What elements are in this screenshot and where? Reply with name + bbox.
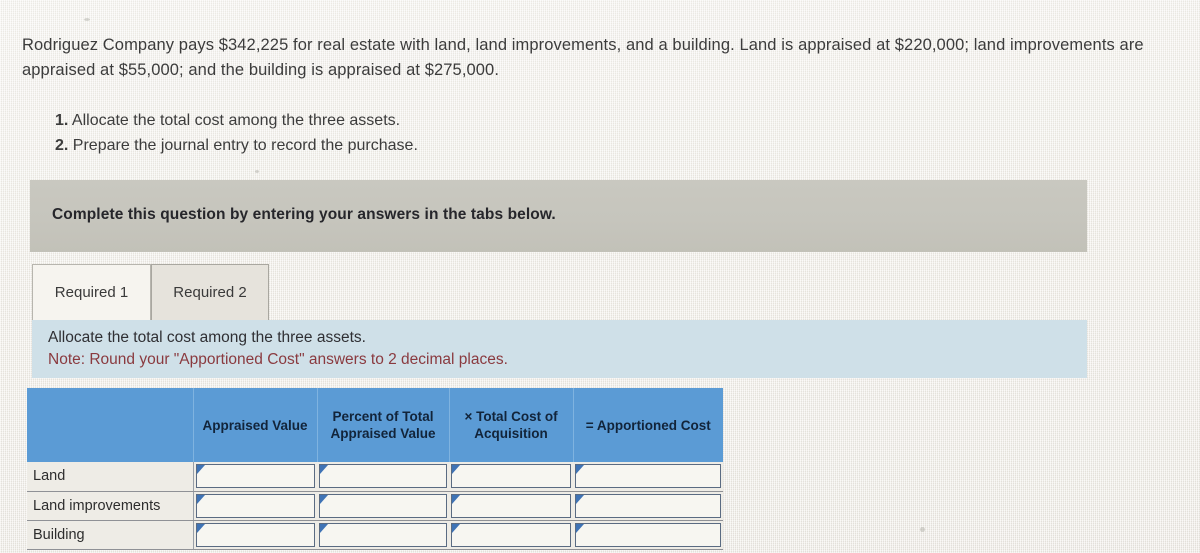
table-header-row: Appraised Value Percent of Total Apprais…	[27, 388, 723, 462]
comment-flag-icon	[576, 494, 584, 504]
comment-flag-icon	[320, 465, 328, 475]
table-row: Land	[27, 462, 723, 492]
input-building-percent-of-total[interactable]	[319, 522, 447, 547]
table-header-percent-of-total-appraised-value: Percent of Total Appraised Value	[317, 388, 450, 462]
comment-flag-icon	[320, 523, 328, 533]
rounding-note-text: Note: Round your "Apportioned Cost" answ…	[48, 351, 508, 368]
comment-flag-icon	[576, 465, 584, 475]
cell-building-percent-of-total[interactable]	[317, 520, 449, 550]
cell-land-appraised-value[interactable]	[193, 462, 317, 492]
problem-statement: Rodriguez Company pays $342,225 for real…	[22, 36, 1144, 79]
tab-required-1-label: Required 1	[54, 284, 129, 301]
requirement-item-2: 2. Prepare the journal entry to record t…	[55, 133, 418, 158]
input-land-improvements-apportioned-cost[interactable]	[575, 493, 721, 518]
paper-speck	[84, 18, 90, 21]
worksheet-page: Rodriguez Company pays $342,225 for real…	[0, 0, 1200, 553]
input-land-percent-of-total[interactable]	[319, 464, 447, 489]
cell-land-improvements-total-cost[interactable]	[449, 491, 573, 521]
requirement-number-1: 1.	[55, 112, 69, 129]
cell-land-percent-of-total[interactable]	[317, 462, 449, 492]
requirement-text-2: Prepare the journal entry to record the …	[72, 137, 418, 154]
comment-flag-icon	[196, 494, 205, 504]
comment-flag-icon	[320, 494, 328, 504]
comment-flag-icon	[196, 465, 205, 475]
cell-land-improvements-appraised-value[interactable]	[193, 491, 317, 521]
tab-required-1[interactable]: Required 1	[32, 264, 151, 320]
input-land-apportioned-cost[interactable]	[575, 464, 721, 489]
input-building-total-cost[interactable]	[451, 522, 571, 547]
cell-building-total-cost[interactable]	[449, 520, 573, 550]
cell-land-improvements-apportioned-cost[interactable]	[573, 491, 723, 521]
table-header-appraised-value: Appraised Value	[193, 388, 318, 462]
paper-speck	[255, 170, 259, 173]
input-land-appraised-value[interactable]	[195, 464, 315, 489]
requirement-item-1: 1. Allocate the total cost among the thr…	[55, 108, 418, 133]
input-building-appraised-value[interactable]	[195, 522, 315, 547]
cell-land-improvements-percent-of-total[interactable]	[317, 491, 449, 521]
requirement-number-2: 2.	[55, 137, 69, 154]
table-row: Land improvements	[27, 491, 723, 521]
cell-building-appraised-value[interactable]	[193, 520, 317, 550]
requirements-list: 1. Allocate the total cost among the thr…	[55, 108, 418, 158]
cell-building-apportioned-cost[interactable]	[573, 520, 723, 550]
input-land-total-cost[interactable]	[451, 464, 571, 489]
table-header-apportioned-cost: = Apportioned Cost	[573, 388, 723, 462]
comment-flag-icon	[452, 523, 460, 533]
input-land-improvements-percent-of-total[interactable]	[319, 493, 447, 518]
table-head: Appraised Value Percent of Total Apprais…	[27, 388, 723, 462]
table-header-blank	[27, 388, 194, 462]
table-row: Building	[27, 520, 723, 550]
row-label-land-improvements: Land improvements	[27, 491, 194, 521]
cell-land-apportioned-cost[interactable]	[573, 462, 723, 492]
input-land-improvements-total-cost[interactable]	[451, 493, 571, 518]
comment-flag-icon	[576, 523, 584, 533]
comment-flag-icon	[452, 494, 460, 504]
input-land-improvements-appraised-value[interactable]	[195, 493, 315, 518]
task-note-bar: Allocate the total cost among the three …	[32, 320, 1087, 378]
row-label-building: Building	[27, 520, 194, 550]
row-label-land: Land	[27, 462, 194, 492]
instruction-banner: Complete this question by entering your …	[30, 180, 1087, 252]
cell-land-total-cost[interactable]	[449, 462, 573, 492]
tab-required-2[interactable]: Required 2	[151, 264, 269, 320]
tab-required-2-label: Required 2	[173, 284, 247, 301]
requirement-text-1: Allocate the total cost among the three …	[71, 112, 401, 129]
task-instruction-text: Allocate the total cost among the three …	[48, 329, 366, 346]
table-header-total-cost-of-acquisition: × Total Cost of Acquisition	[449, 388, 574, 462]
cost-allocation-table: Appraised Value Percent of Total Apprais…	[27, 388, 723, 550]
comment-flag-icon	[196, 523, 205, 533]
comment-flag-icon	[452, 465, 460, 475]
table-body: Land Land improvements Building	[27, 462, 723, 550]
input-building-apportioned-cost[interactable]	[575, 522, 721, 547]
instruction-banner-text: Complete this question by entering your …	[52, 206, 556, 223]
paper-speck	[920, 527, 925, 532]
